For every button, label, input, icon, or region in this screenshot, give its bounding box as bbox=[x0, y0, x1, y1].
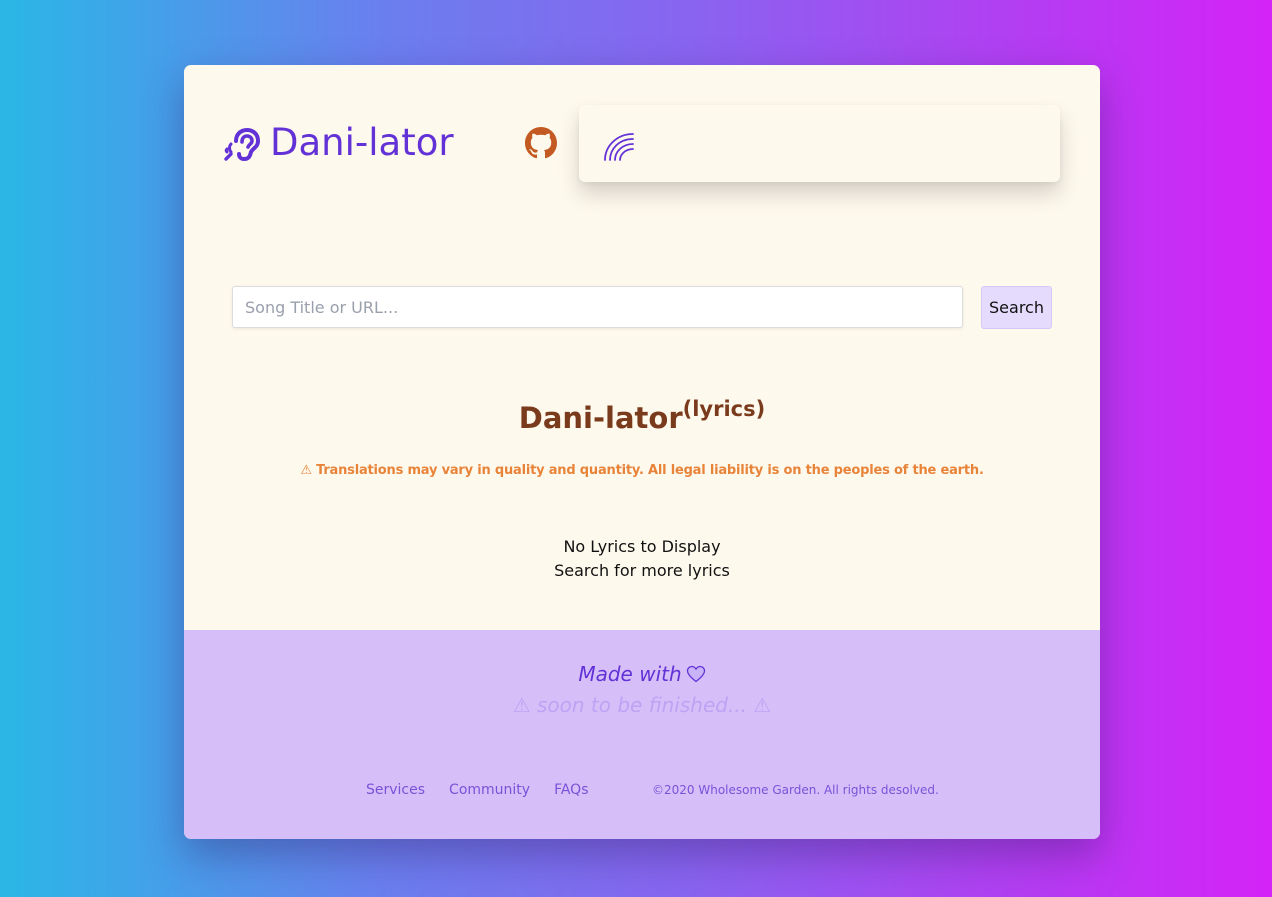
main-card: Dani-lator Search Dani-lator(lyrics) ⚠ T… bbox=[184, 65, 1100, 839]
player-panel bbox=[579, 105, 1060, 182]
search-hint-message: Search for more lyrics bbox=[554, 561, 730, 580]
github-icon[interactable] bbox=[525, 127, 557, 159]
heart-icon bbox=[686, 665, 705, 683]
footer-links: Services Community FAQs bbox=[366, 782, 589, 798]
footer-link-community[interactable]: Community bbox=[449, 782, 530, 798]
page-title: Dani-lator(lyrics) bbox=[184, 398, 1100, 438]
no-lyrics-message: No Lyrics to Display bbox=[563, 537, 721, 556]
coming-soon-notice: ⚠ soon to be finished... ⚠ bbox=[512, 693, 772, 717]
disclaimer-warning: ⚠ Translations may vary in quality and q… bbox=[300, 463, 984, 478]
footer-link-faqs[interactable]: FAQs bbox=[554, 782, 588, 798]
ear-listen-icon bbox=[224, 127, 261, 162]
search-input[interactable] bbox=[232, 286, 963, 328]
footer-link-services[interactable]: Services bbox=[366, 782, 425, 798]
brand[interactable]: Dani-lator bbox=[222, 123, 454, 163]
title-text: Dani-lator bbox=[518, 401, 683, 435]
rainbow-icon[interactable] bbox=[603, 130, 635, 162]
app-name: Dani-lator bbox=[270, 121, 454, 164]
copyright: ©2020 Wholesome Garden. All rights desol… bbox=[652, 783, 939, 797]
search-button[interactable]: Search bbox=[981, 286, 1052, 329]
title-superscript: (lyrics) bbox=[682, 397, 766, 421]
made-with-text: Made with bbox=[578, 662, 682, 686]
made-with-line: Made with bbox=[184, 662, 1100, 686]
footer: Made with ⚠ soon to be finished... ⚠ Ser… bbox=[184, 630, 1100, 839]
